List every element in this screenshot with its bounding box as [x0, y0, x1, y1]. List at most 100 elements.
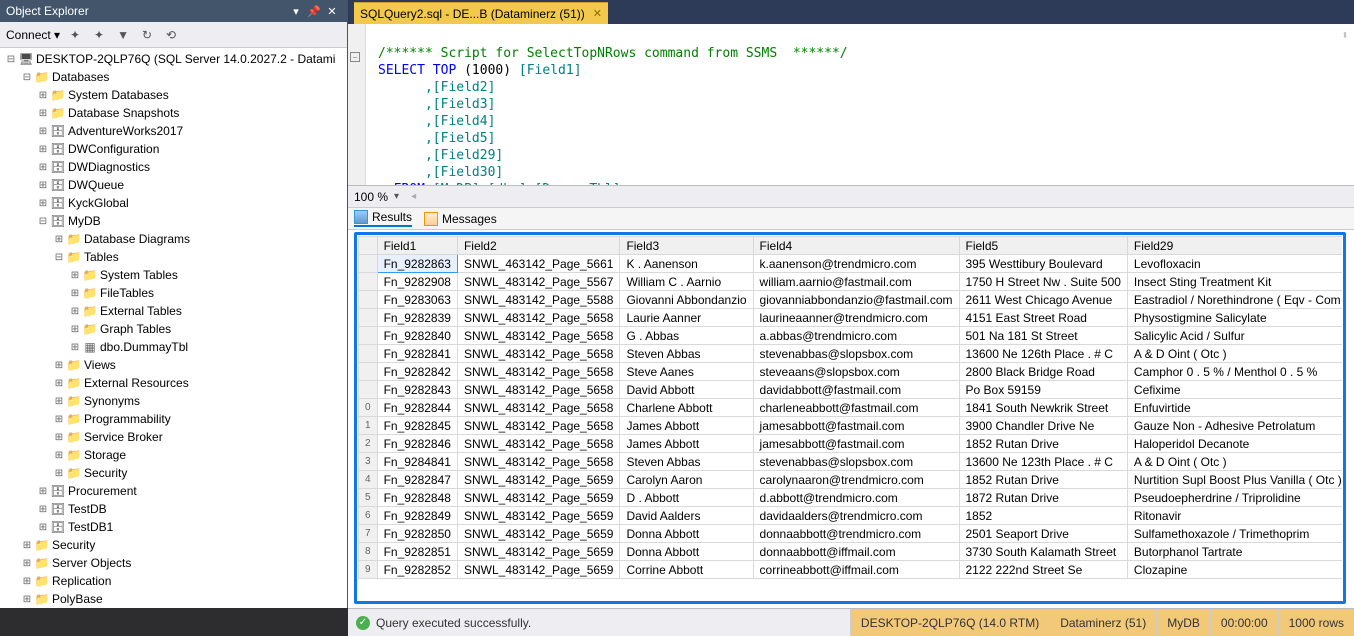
tree-server[interactable]: ⊟🖥DESKTOP-2QLP76Q (SQL Server 14.0.2027.… [0, 50, 347, 68]
tree-dummy-table[interactable]: ⊞▦dbo.DummayTbl [0, 338, 347, 356]
cell[interactable]: Enfuvirtide [1127, 399, 1342, 417]
cell[interactable]: Fn_9282839 [377, 309, 457, 327]
cell[interactable]: carolynaaron@trendmicro.com [753, 471, 959, 489]
cell[interactable]: SNWL_483142_Page_5659 [457, 543, 619, 561]
table-row[interactable]: 0Fn_9282844SNWL_483142_Page_5658Charlene… [359, 399, 1343, 417]
cell[interactable]: David Aalders [620, 507, 753, 525]
cell[interactable]: Fn_9282845 [377, 417, 457, 435]
tree-programmability[interactable]: ⊞📁Programmability [0, 410, 347, 428]
table-row[interactable]: 6Fn_9282849SNWL_483142_Page_5659David Aa… [359, 507, 1343, 525]
cell[interactable]: SNWL_483142_Page_5659 [457, 489, 619, 507]
cell[interactable]: 1750 H Street Nw . Suite 500 [959, 273, 1127, 291]
table-row[interactable]: 5Fn_9282848SNWL_483142_Page_5659D . Abbo… [359, 489, 1343, 507]
tree-server-objects[interactable]: ⊞📁Server Objects [0, 554, 347, 572]
cell[interactable]: Fn_9282847 [377, 471, 457, 489]
table-row[interactable]: Fn_9282840SNWL_483142_Page_5658G . Abbas… [359, 327, 1343, 345]
tree-replication[interactable]: ⊞📁Replication [0, 572, 347, 590]
table-row[interactable]: 1Fn_9282845SNWL_483142_Page_5658James Ab… [359, 417, 1343, 435]
cell[interactable]: SNWL_483142_Page_5658 [457, 435, 619, 453]
cell[interactable]: Steven Abbas [620, 453, 753, 471]
cell[interactable]: Haloperidol Decanote [1127, 435, 1342, 453]
cell[interactable]: SNWL_483142_Page_5658 [457, 381, 619, 399]
cell[interactable]: 2122 222nd Street Se [959, 561, 1127, 579]
tree-databases[interactable]: ⊟📁Databases [0, 68, 347, 86]
tree-system-tables[interactable]: ⊞📁System Tables [0, 266, 347, 284]
split-icon[interactable]: ⬍ [1338, 28, 1352, 42]
cell[interactable]: giovanniabbondanzio@fastmail.com [753, 291, 959, 309]
cell[interactable]: Cefixime [1127, 381, 1342, 399]
refresh-icon[interactable]: ↻ [138, 26, 156, 44]
close-icon[interactable]: ✕ [323, 2, 341, 20]
object-explorer-tree[interactable]: ⊟🖥DESKTOP-2QLP76Q (SQL Server 14.0.2027.… [0, 48, 347, 608]
cell[interactable]: Insect Sting Treatment Kit [1127, 273, 1342, 291]
cell[interactable]: SNWL_483142_Page_5658 [457, 327, 619, 345]
cell[interactable]: Fn_9283063 [377, 291, 457, 309]
cell[interactable]: Sulfamethoxazole / Trimethoprim [1127, 525, 1342, 543]
column-header[interactable]: Field4 [753, 237, 959, 255]
tree-filetables[interactable]: ⊞📁FileTables [0, 284, 347, 302]
table-row[interactable]: 7Fn_9282850SNWL_483142_Page_5659Donna Ab… [359, 525, 1343, 543]
cell[interactable]: donnaabbott@trendmicro.com [753, 525, 959, 543]
cell[interactable]: Laurie Aanner [620, 309, 753, 327]
cell[interactable]: Fn_9282841 [377, 345, 457, 363]
cell[interactable]: Charlene Abbott [620, 399, 753, 417]
connect-button[interactable]: Connect ▾ [6, 28, 60, 42]
cell[interactable]: stevenabbas@slopsbox.com [753, 453, 959, 471]
cell[interactable]: 4151 East Street Road [959, 309, 1127, 327]
cell[interactable]: A & D Oint ( Otc ) [1127, 345, 1342, 363]
cell[interactable]: Salicylic Acid / Sulfur [1127, 327, 1342, 345]
column-header[interactable]: Field5 [959, 237, 1127, 255]
cell[interactable]: davidabbott@fastmail.com [753, 381, 959, 399]
cell[interactable]: SNWL_483142_Page_5658 [457, 453, 619, 471]
column-header[interactable]: Field3 [620, 237, 753, 255]
cell[interactable]: 13600 Ne 126th Place . # C [959, 345, 1127, 363]
cell[interactable]: charleneabbott@fastmail.com [753, 399, 959, 417]
cell[interactable]: william.aarnio@fastmail.com [753, 273, 959, 291]
cell[interactable]: SNWL_483142_Page_5658 [457, 417, 619, 435]
cell[interactable]: jamesabbott@fastmail.com [753, 417, 959, 435]
tree-dwconfiguration[interactable]: ⊞🗄DWConfiguration [0, 140, 347, 158]
cell[interactable]: 3730 South Kalamath Street [959, 543, 1127, 561]
table-row[interactable]: Fn_9282842SNWL_483142_Page_5658Steve Aan… [359, 363, 1343, 381]
column-header[interactable]: Field2 [457, 237, 619, 255]
cell[interactable]: d.abbott@trendmicro.com [753, 489, 959, 507]
cell[interactable]: 395 Westtibury Boulevard [959, 255, 1127, 273]
cell[interactable]: Giovanni Abbondanzio [620, 291, 753, 309]
cell[interactable]: Fn_9282863 [377, 255, 457, 273]
cell[interactable]: Po Box 59159 [959, 381, 1127, 399]
cell[interactable]: Steven Abbas [620, 345, 753, 363]
tree-dwqueue[interactable]: ⊞🗄DWQueue [0, 176, 347, 194]
cell[interactable]: SNWL_483142_Page_5567 [457, 273, 619, 291]
cell[interactable]: 1852 Rutan Drive [959, 435, 1127, 453]
cell[interactable]: Pseudoepherdrine / Triprolidine [1127, 489, 1342, 507]
cell[interactable]: SNWL_483142_Page_5659 [457, 525, 619, 543]
cell[interactable]: Fn_9282844 [377, 399, 457, 417]
tree-diagrams[interactable]: ⊞📁Database Diagrams [0, 230, 347, 248]
cell[interactable]: 2611 West Chicago Avenue [959, 291, 1127, 309]
filter-icon[interactable]: ▼ [114, 26, 132, 44]
zoom-value[interactable]: 100 % [354, 190, 388, 204]
cell[interactable]: 1841 South Newkrik Street [959, 399, 1127, 417]
cell[interactable]: Fn_9282842 [377, 363, 457, 381]
cell[interactable]: Corrine Abbott [620, 561, 753, 579]
cell[interactable]: SNWL_483142_Page_5659 [457, 507, 619, 525]
cell[interactable]: SNWL_463142_Page_5661 [457, 255, 619, 273]
tree-storage[interactable]: ⊞📁Storage [0, 446, 347, 464]
tree-dwdiagnostics[interactable]: ⊞🗄DWDiagnostics [0, 158, 347, 176]
cell[interactable]: 13600 Ne 123th Place . # C [959, 453, 1127, 471]
tree-mydb[interactable]: ⊟🗄MyDB [0, 212, 347, 230]
messages-tab[interactable]: Messages [424, 212, 497, 226]
table-row[interactable]: 3Fn_9284841SNWL_483142_Page_5658Steven A… [359, 453, 1343, 471]
tree-views[interactable]: ⊞📁Views [0, 356, 347, 374]
cell[interactable]: stevenabbas@slopsbox.com [753, 345, 959, 363]
cell[interactable]: a.abbas@trendmicro.com [753, 327, 959, 345]
cell[interactable]: William C . Aarnio [620, 273, 753, 291]
table-row[interactable]: 9Fn_9282852SNWL_483142_Page_5659Corrine … [359, 561, 1343, 579]
tree-kyckglobal[interactable]: ⊞🗄KyckGlobal [0, 194, 347, 212]
tree-security[interactable]: ⊞📁Security [0, 464, 347, 482]
tree-synonyms[interactable]: ⊞📁Synonyms [0, 392, 347, 410]
cell[interactable]: Ritonavir [1127, 507, 1342, 525]
cell[interactable]: Carolyn Aaron [620, 471, 753, 489]
cell[interactable]: Fn_9282840 [377, 327, 457, 345]
table-row[interactable]: Fn_9282841SNWL_483142_Page_5658Steven Ab… [359, 345, 1343, 363]
